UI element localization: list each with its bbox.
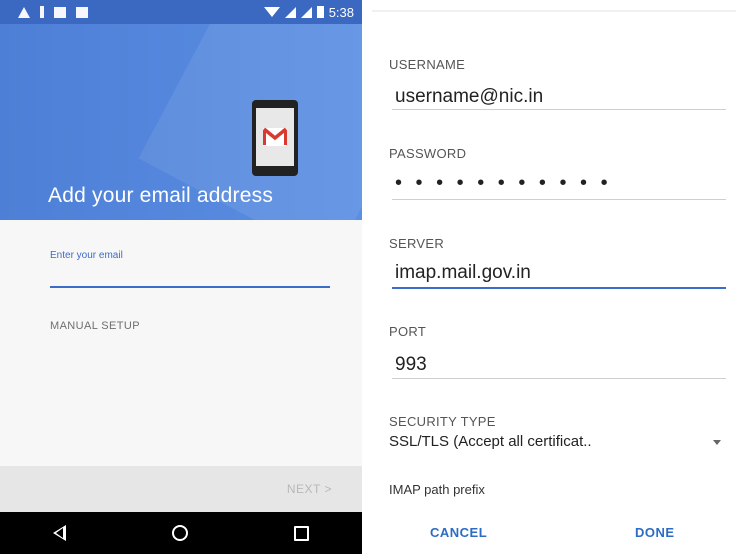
signal-icon (284, 6, 296, 18)
cancel-button[interactable]: CANCEL (430, 525, 487, 540)
server-field[interactable]: imap.mail.gov.in (395, 262, 531, 284)
email-form: Enter your email MANUAL SETUP (0, 220, 362, 466)
port-label: PORT (389, 324, 427, 339)
security-type-select[interactable]: SSL/TLS (Accept all certificat.. (389, 433, 592, 450)
server-label: SERVER (389, 236, 445, 251)
security-type-label: SECURITY TYPE (389, 414, 496, 429)
page-title: Add your email address (48, 184, 274, 207)
password-label: PASSWORD (389, 146, 467, 161)
username-label: USERNAME (389, 57, 466, 72)
port-underline (392, 378, 726, 379)
divider (372, 10, 736, 12)
notification-icon (40, 6, 44, 18)
password-field[interactable]: • • • • • • • • • • • (395, 172, 612, 195)
mail-icon (76, 6, 88, 18)
port-field[interactable]: 993 (395, 354, 427, 376)
home-icon[interactable] (172, 525, 188, 541)
signal-icon (300, 6, 312, 18)
username-underline (392, 109, 726, 110)
notification-icon (18, 6, 30, 18)
incoming-server-settings: USERNAME username@nic.in PASSWORD • • • … (372, 0, 736, 554)
wifi-icon (263, 7, 280, 17)
server-underline-focused (392, 287, 726, 289)
phone-screen-add-email: 5:38 Add your email address Enter your e… (0, 0, 362, 554)
recents-icon[interactable] (294, 525, 309, 541)
status-time: 5:38 (328, 4, 354, 20)
done-button[interactable]: DONE (635, 525, 675, 540)
image-icon (54, 6, 66, 18)
device-illustration (252, 100, 298, 176)
chevron-down-icon[interactable] (713, 440, 721, 445)
manual-setup-link[interactable]: MANUAL SETUP (50, 320, 140, 332)
gmail-logo (262, 127, 288, 146)
email-field-label: Enter your email (50, 250, 123, 261)
header-banner: Add your email address (0, 24, 362, 220)
next-button[interactable]: NEXT > (287, 482, 332, 496)
battery-icon (316, 6, 324, 18)
back-icon[interactable] (53, 525, 66, 541)
username-field[interactable]: username@nic.in (395, 86, 543, 108)
status-bar: 5:38 (0, 0, 362, 24)
imap-path-prefix-label: IMAP path prefix (389, 482, 485, 497)
email-input[interactable] (50, 262, 330, 288)
password-underline (392, 199, 726, 200)
bottom-action-bar: NEXT > (0, 466, 362, 512)
navigation-bar (0, 512, 362, 554)
